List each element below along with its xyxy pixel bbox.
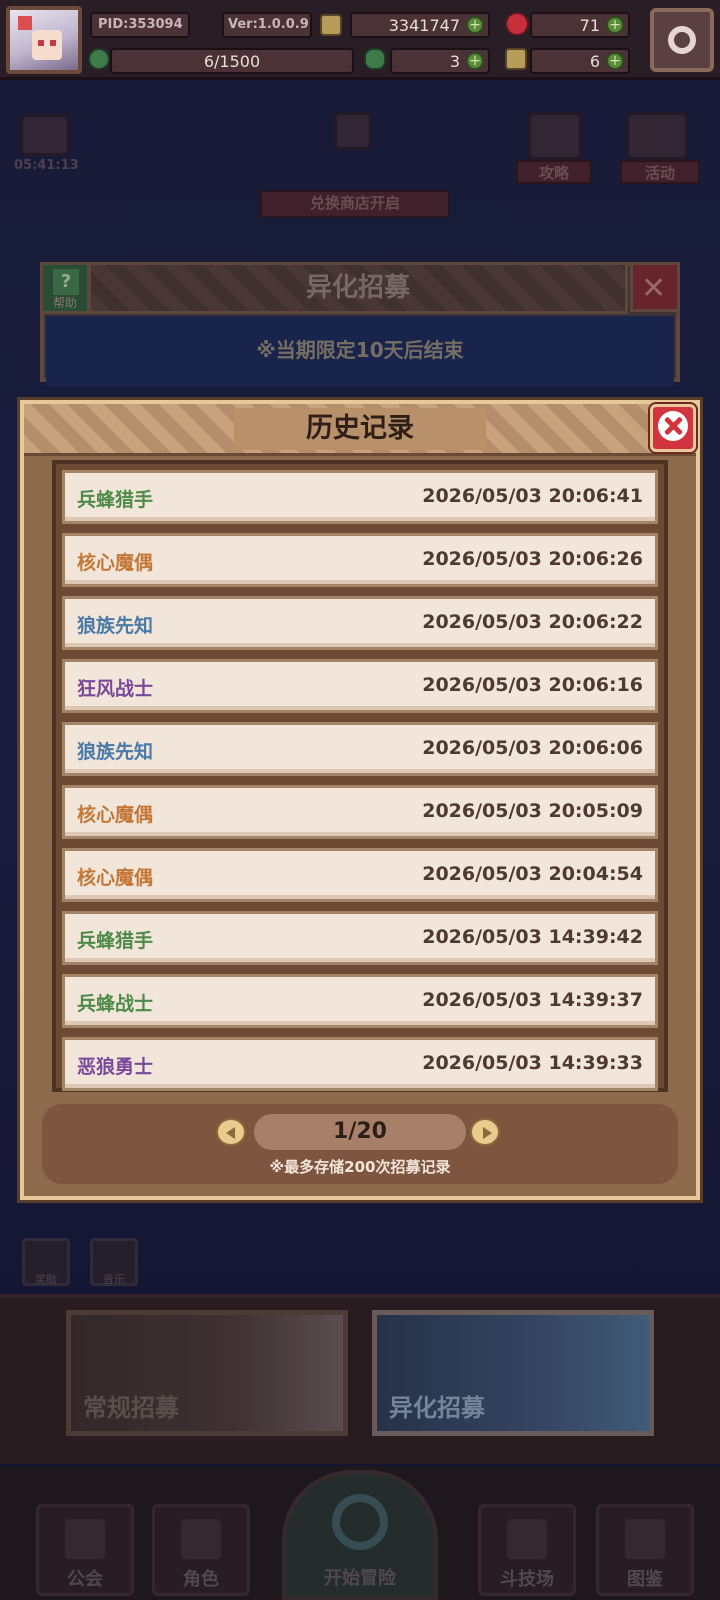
unit-name: 核心魔偶 xyxy=(77,867,154,889)
storage-limit-note: ※最多存储200次招募记录 xyxy=(269,1158,451,1176)
recruit-timestamp: 2026/05/03 14:39:37 xyxy=(422,989,643,1011)
key-counter: 6 + xyxy=(530,48,630,74)
recruit-timestamp: 2026/05/03 14:39:33 xyxy=(422,1052,643,1074)
history-record-row: 兵蜂猎手 2026/05/03 20:06:41 xyxy=(62,470,658,524)
avatar-face xyxy=(32,30,62,60)
history-record-row: 兵蜂战士 2026/05/03 14:39:37 xyxy=(62,974,658,1028)
history-dialog: 历史记录 兵蜂猎手 2026/05/03 20:06:41 核心魔偶 2026/05/… xyxy=(20,400,700,1200)
recruit-timestamp: 2026/05/03 20:06:41 xyxy=(422,485,643,507)
add-clover-button[interactable]: + xyxy=(466,52,484,70)
page-indicator: 1/20 xyxy=(254,1114,466,1150)
close-icon xyxy=(658,411,688,441)
unit-name: 恶狼勇士 xyxy=(77,1056,154,1078)
gold-counter: 3341747 + xyxy=(350,12,490,38)
avatar-eye xyxy=(50,40,56,46)
unit-name: 核心魔偶 xyxy=(77,804,154,826)
history-record-row: 狼族先知 2026/05/03 20:06:22 xyxy=(62,596,658,650)
history-record-row: 核心魔偶 2026/05/03 20:06:26 xyxy=(62,533,658,587)
gem-counter: 71 + xyxy=(530,12,630,38)
unit-name: 狂风战士 xyxy=(77,678,154,700)
history-record-row: 核心魔偶 2026/05/03 20:04:54 xyxy=(62,848,658,902)
unit-name: 狼族先知 xyxy=(77,741,154,763)
unit-name: 兵蜂战士 xyxy=(77,993,154,1015)
history-record-row: 恶狼勇士 2026/05/03 14:39:33 xyxy=(62,1037,658,1091)
unit-name: 核心魔偶 xyxy=(77,552,154,574)
history-record-row: 狼族先知 2026/05/03 20:06:06 xyxy=(62,722,658,776)
recruit-timestamp: 2026/05/03 20:05:09 xyxy=(422,800,643,822)
dialog-footer: 1/20 ※最多存储200次招募记录 xyxy=(42,1104,678,1184)
recruit-timestamp: 2026/05/03 14:39:42 xyxy=(422,926,643,948)
dialog-header: 历史记录 xyxy=(24,404,696,456)
player-id: PID:353094 xyxy=(90,12,190,38)
history-list[interactable]: 兵蜂猎手 2026/05/03 20:06:41 核心魔偶 2026/05/03 20… xyxy=(52,460,668,1092)
recruit-timestamp: 2026/05/03 20:04:54 xyxy=(422,863,643,885)
avatar-eye xyxy=(38,40,44,46)
history-record-row: 狂风战士 2026/05/03 20:06:16 xyxy=(62,659,658,713)
unit-name: 狼族先知 xyxy=(77,615,154,637)
recruit-timestamp: 2026/05/03 20:06:26 xyxy=(422,548,643,570)
history-record-row: 兵蜂猎手 2026/05/03 14:39:42 xyxy=(62,911,658,965)
recruit-timestamp: 2026/05/03 20:06:16 xyxy=(422,674,643,696)
player-avatar[interactable] xyxy=(6,6,82,74)
recruit-timestamp: 2026/05/03 20:06:22 xyxy=(422,611,643,633)
clover-icon xyxy=(364,48,386,70)
unit-name: 兵蜂猎手 xyxy=(77,930,154,952)
title-plate: 历史记录 xyxy=(234,408,486,450)
clover-counter: 3 + xyxy=(390,48,490,74)
settings-button[interactable] xyxy=(650,8,714,72)
stamina-icon xyxy=(88,48,110,70)
prev-page-arrow-icon[interactable] xyxy=(216,1118,246,1146)
clover-amount: 3 xyxy=(449,52,460,71)
add-gold-button[interactable]: + xyxy=(466,16,484,34)
key-icon xyxy=(505,48,527,70)
unit-name: 兵蜂猎手 xyxy=(77,489,154,511)
close-button[interactable] xyxy=(650,404,696,452)
history-record-row: 核心魔偶 2026/05/03 20:05:09 xyxy=(62,785,658,839)
gear-icon xyxy=(668,26,696,54)
recruit-timestamp: 2026/05/03 20:06:06 xyxy=(422,737,643,759)
gem-amount: 71 xyxy=(579,16,600,35)
add-key-button[interactable]: + xyxy=(606,52,624,70)
next-page-arrow-icon[interactable] xyxy=(470,1118,500,1146)
key-amount: 6 xyxy=(589,52,600,71)
top-hud: PID:353094 Ver:1.0.0.9 3341747 + 71 + 6/… xyxy=(0,0,720,80)
dialog-title: 历史记录 xyxy=(306,413,414,444)
stamina-counter: 6/1500 xyxy=(110,48,354,74)
gold-amount: 3341747 xyxy=(388,16,460,35)
gold-coin-icon xyxy=(320,14,342,36)
game-version: Ver:1.0.0.9 xyxy=(222,12,312,38)
red-gem-icon xyxy=(505,12,529,36)
avatar-horn xyxy=(18,16,32,30)
add-gem-button[interactable]: + xyxy=(606,16,624,34)
